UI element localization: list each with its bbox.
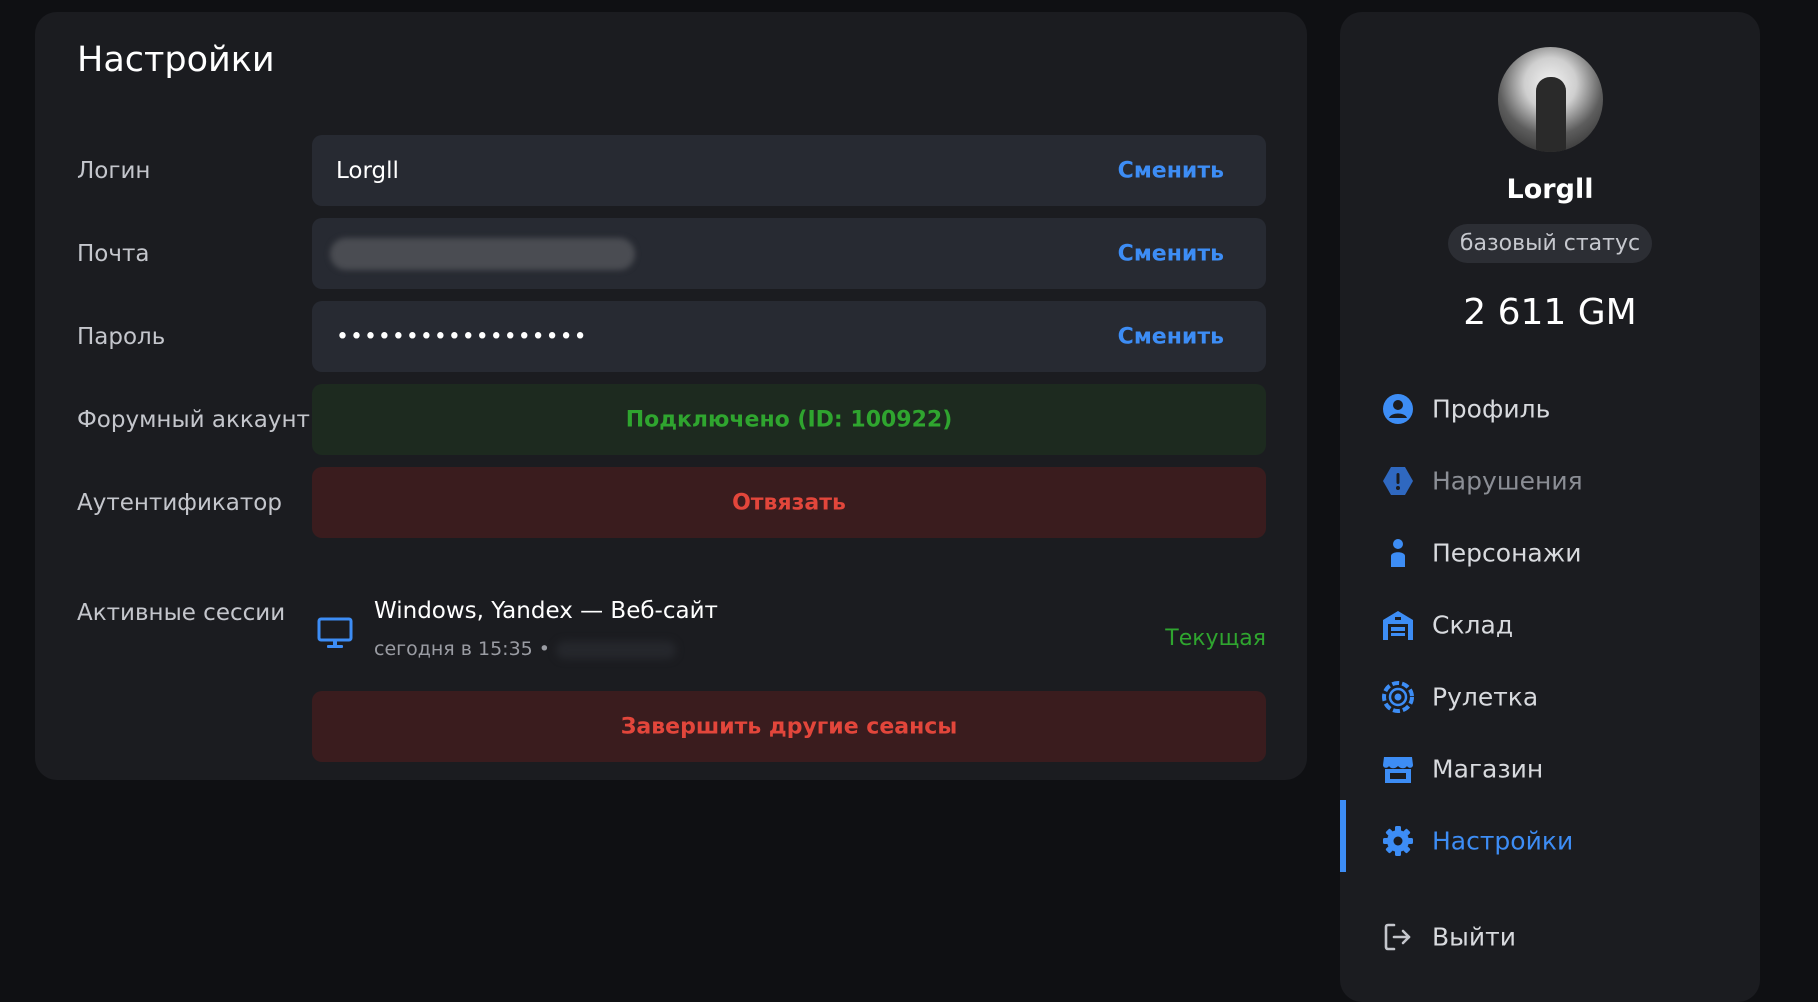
- avatar-figure: [1536, 77, 1566, 152]
- authenticator-label: Аутентификатор: [77, 490, 282, 516]
- session-time: сегодня в 15:35 •: [374, 638, 551, 660]
- user-circle-icon: [1383, 394, 1413, 424]
- session-item: Windows, Yandex — Веб-сайт сегодня в 15:…: [312, 590, 1266, 670]
- nav-label-store: Магазин: [1432, 754, 1544, 784]
- nav-label-characters: Персонажи: [1432, 538, 1582, 568]
- current-session-badge: Текущая: [1165, 626, 1266, 651]
- status-badge: базовый статус: [1448, 224, 1652, 263]
- warehouse-icon: [1383, 611, 1413, 640]
- session-meta: сегодня в 15:35 •: [374, 638, 677, 660]
- nav-label-roulette: Рулетка: [1432, 682, 1539, 712]
- redacted-ip: [556, 640, 677, 659]
- monitor-icon: [317, 617, 353, 648]
- change-login-button[interactable]: Сменить: [1118, 158, 1224, 183]
- end-other-sessions-label: Завершить другие сеансы: [620, 714, 958, 739]
- warning-hexagon-icon: [1383, 467, 1413, 495]
- nav-label-settings: Настройки: [1432, 826, 1574, 856]
- balance: 2 611 GM: [1463, 292, 1637, 333]
- nav-label-warehouse: Склад: [1432, 610, 1514, 640]
- nav-item-settings[interactable]: Настройки: [1340, 800, 1760, 872]
- email-label: Почта: [77, 241, 150, 267]
- password-field: •••••••••••••••••• Сменить: [312, 301, 1266, 372]
- redacted-email: [330, 238, 635, 270]
- profile-sidebar: Lorgll базовый статус 2 611 GM Профиль Н…: [1340, 12, 1760, 1002]
- login-label: Логин: [77, 158, 151, 184]
- nav-item-store[interactable]: Магазин: [1340, 741, 1760, 797]
- settings-card: Настройки Логин Lorgll Сменить Почта Сме…: [35, 12, 1307, 780]
- logout-button[interactable]: Выйти: [1340, 909, 1760, 965]
- email-field: Сменить: [312, 218, 1266, 289]
- active-indicator: [1340, 800, 1346, 872]
- forum-label: Форумный аккаунт: [77, 407, 310, 433]
- nav-item-roulette[interactable]: Рулетка: [1340, 669, 1760, 725]
- avatar[interactable]: [1498, 47, 1603, 152]
- login-field: Lorgll Сменить: [312, 135, 1266, 206]
- nav-item-characters[interactable]: Персонажи: [1340, 525, 1760, 581]
- roulette-icon: [1382, 681, 1414, 713]
- nav-item-warehouse[interactable]: Склад: [1340, 597, 1760, 653]
- session-title: Windows, Yandex — Веб-сайт: [374, 598, 718, 624]
- person-icon: [1391, 539, 1405, 567]
- nav-item-violations[interactable]: Нарушения: [1340, 453, 1760, 509]
- end-other-sessions-button[interactable]: Завершить другие сеансы: [312, 691, 1266, 762]
- unlink-authenticator-button[interactable]: Отвязать: [312, 467, 1266, 538]
- password-value: ••••••••••••••••••: [336, 324, 588, 349]
- login-value: Lorgll: [336, 157, 399, 184]
- forum-status-field: Подключено (ID: 100922): [312, 384, 1266, 455]
- gear-icon: [1383, 826, 1413, 856]
- nav-label-profile: Профиль: [1432, 394, 1551, 424]
- page-title: Настройки: [77, 40, 275, 80]
- nav-label-logout: Выйти: [1432, 922, 1516, 952]
- change-password-button[interactable]: Сменить: [1118, 324, 1224, 349]
- sessions-label: Активные сессии: [77, 600, 286, 626]
- forum-status-text: Подключено (ID: 100922): [625, 407, 953, 432]
- nav-item-profile[interactable]: Профиль: [1340, 381, 1760, 437]
- unlink-authenticator-label: Отвязать: [732, 490, 846, 515]
- change-email-button[interactable]: Сменить: [1118, 241, 1224, 266]
- nav-label-violations: Нарушения: [1432, 466, 1583, 496]
- store-icon: [1383, 757, 1413, 783]
- logout-icon: [1384, 923, 1411, 951]
- profile-name: Lorgll: [1506, 174, 1594, 205]
- password-label: Пароль: [77, 324, 166, 350]
